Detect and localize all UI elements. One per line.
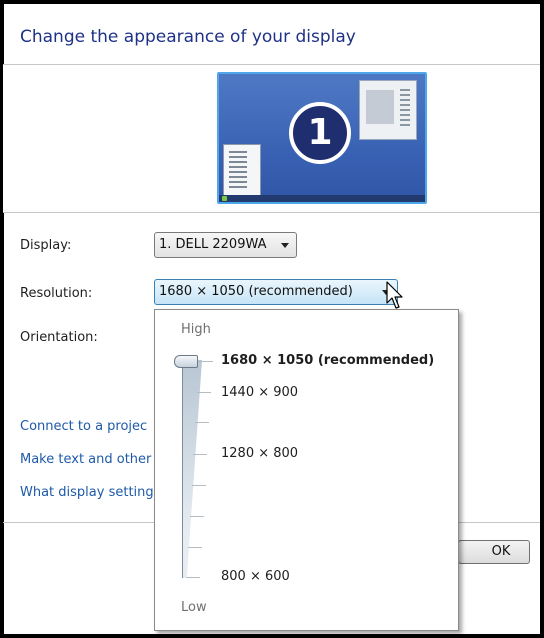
resolution-slider-thumb[interactable] bbox=[174, 355, 198, 368]
slider-low-label: Low bbox=[181, 600, 207, 615]
preview-window-large bbox=[359, 80, 417, 140]
slider-tick bbox=[193, 454, 207, 455]
orientation-label: Orientation: bbox=[20, 330, 98, 345]
resolution-option[interactable]: 1440 × 900 bbox=[221, 385, 298, 400]
resolution-option[interactable]: 800 × 600 bbox=[221, 569, 290, 584]
resolution-option[interactable]: 1680 × 1050 (recommended) bbox=[221, 353, 434, 368]
slider-tick bbox=[195, 422, 209, 423]
resolution-option[interactable]: 1280 × 800 bbox=[221, 446, 298, 461]
mouse-cursor-icon bbox=[386, 281, 403, 309]
monitor-number-badge: 1 bbox=[289, 102, 351, 164]
chevron-down-icon bbox=[281, 243, 289, 248]
preview-taskbar bbox=[219, 195, 425, 202]
slider-tick bbox=[186, 577, 200, 578]
slider-tick bbox=[192, 485, 206, 486]
monitor-preview[interactable]: 1 bbox=[217, 72, 427, 204]
slider-tick bbox=[188, 547, 202, 548]
display-label: Display: bbox=[20, 238, 72, 253]
resolution-select[interactable]: 1680 × 1050 (recommended) bbox=[154, 279, 398, 305]
slider-tick bbox=[197, 392, 211, 393]
text-size-link[interactable]: Make text and other bbox=[20, 452, 151, 467]
preview-window-small bbox=[223, 144, 261, 196]
display-select[interactable]: 1. DELL 2209WA bbox=[154, 232, 297, 258]
connect-projector-link[interactable]: Connect to a projec bbox=[20, 419, 147, 434]
page-title: Change the appearance of your display bbox=[20, 27, 356, 47]
slider-tick bbox=[190, 516, 204, 517]
slider-high-label: High bbox=[181, 322, 211, 337]
resolution-label: Resolution: bbox=[20, 286, 93, 301]
ok-button[interactable]: OK bbox=[458, 540, 530, 564]
display-settings-help-link[interactable]: What display setting bbox=[20, 485, 154, 500]
resolution-select-value: 1680 × 1050 (recommended) bbox=[159, 284, 353, 299]
start-icon bbox=[222, 196, 227, 201]
slider-tick bbox=[199, 361, 213, 362]
display-select-value: 1. DELL 2209WA bbox=[159, 237, 267, 252]
resolution-dropdown: High 1680 × 1050 (recommended) 1440 × 90… bbox=[154, 309, 459, 631]
